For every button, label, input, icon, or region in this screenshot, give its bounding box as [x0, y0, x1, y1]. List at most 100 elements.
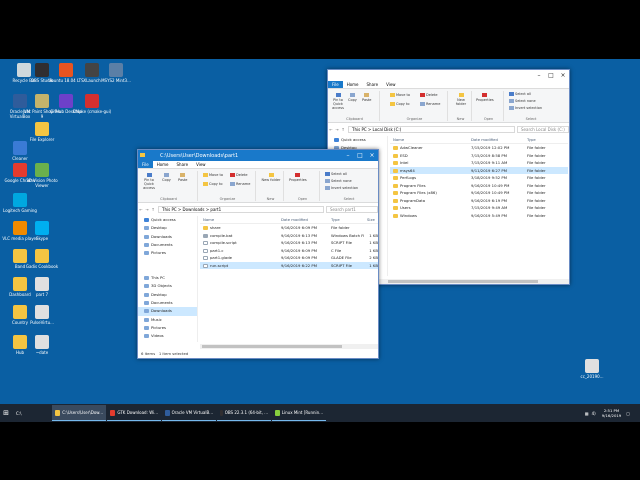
notification-icon[interactable]: ▢: [626, 411, 630, 416]
nav-item[interactable]: 3D Objects: [138, 282, 197, 290]
file-row[interactable]: Program Files (x86) 9/16/2019 10:49 PM Fil…: [390, 189, 568, 197]
file-row[interactable]: msys64 9/11/2019 6:27 PM File folder: [390, 166, 568, 174]
invert-selection-button[interactable]: Invert selection: [509, 106, 542, 110]
column-header[interactable]: Type: [328, 216, 364, 223]
nav-item[interactable]: Pictures: [138, 324, 197, 332]
taskbar-app[interactable]: GTK Download: Wi...: [107, 405, 161, 421]
clock[interactable]: 2:51 PM 9/16/2019: [602, 408, 621, 418]
column-header[interactable]: Date modified: [468, 136, 524, 143]
select-none-button[interactable]: Select none: [509, 99, 536, 103]
nav-item[interactable]: Desktop: [138, 224, 197, 232]
horizontal-scrollbar[interactable]: [200, 344, 378, 349]
address-path[interactable]: This PC > Downloads > part1: [158, 205, 324, 213]
copy-button[interactable]: Copy: [162, 173, 171, 182]
file-row[interactable]: Program Files 9/16/2019 10:49 PM File fold…: [390, 182, 568, 190]
nav-item[interactable]: Documents: [138, 241, 197, 249]
pin-button[interactable]: Pin to Quick access: [331, 93, 345, 110]
minimize-icon[interactable]: –: [533, 72, 545, 79]
move-to-button[interactable]: Move to: [390, 93, 410, 97]
column-header[interactable]: Name: [200, 216, 278, 223]
nav-item[interactable]: Desktop: [138, 291, 197, 299]
file-row[interactable]: PerfLogs 3/18/2019 9:52 PM File folder: [390, 174, 568, 182]
rename-button[interactable]: Rename: [230, 182, 250, 186]
new-folder-button[interactable]: New folder: [452, 93, 470, 106]
file-row[interactable]: part1.c 9/16/2019 6:09 PM C File 1 KB: [200, 247, 378, 255]
copy-to-button[interactable]: Copy to: [390, 102, 410, 106]
file-row[interactable]: part1.glade 9/16/2019 6:09 PM GLADE File 2 …: [200, 254, 378, 262]
desktop-icon[interactable]: Skype: [22, 221, 62, 251]
taskbar-app[interactable]: Linux Mint [Runnin...: [272, 405, 326, 421]
scrollbar-thumb[interactable]: [388, 280, 538, 283]
select-all-button[interactable]: Select all: [325, 172, 347, 176]
search-box[interactable]: Search Local Disk (C:): [517, 125, 569, 133]
tab-home[interactable]: Home: [153, 161, 173, 168]
nav-item[interactable]: Downloads: [138, 233, 197, 241]
nav-item[interactable]: Downloads: [138, 307, 197, 316]
file-row[interactable]: Windows 9/16/2019 5:49 PM File folder: [390, 212, 568, 220]
desktop-icon[interactable]: PulseVirtu...: [22, 305, 62, 335]
explorer-window-part1[interactable]: C:\Users\User\Downloads\part1 – □ × File…: [137, 149, 379, 359]
tab-home[interactable]: Home: [343, 81, 363, 88]
copy-button[interactable]: Copy: [348, 93, 357, 102]
start-button[interactable]: ⊞: [0, 409, 12, 417]
file-row[interactable]: ProgramData 9/16/2019 6:19 PM File folder: [390, 197, 568, 205]
file-row[interactable]: Intel 7/15/2019 9:11 AM File folder: [390, 159, 568, 167]
column-header[interactable]: Name: [390, 136, 468, 143]
paste-button[interactable]: Paste: [178, 173, 187, 182]
move-to-button[interactable]: Move to: [203, 173, 223, 177]
tab-file[interactable]: File: [328, 81, 343, 88]
paste-button[interactable]: Paste: [362, 93, 371, 102]
nav-item[interactable]: Quick access: [138, 216, 197, 224]
title-bar[interactable]: – □ ×: [328, 70, 569, 81]
network-icon[interactable]: ▩: [585, 411, 589, 416]
title-bar[interactable]: C:\Users\User\Downloads\part1 – □ ×: [138, 150, 378, 161]
minimize-icon[interactable]: –: [342, 152, 354, 159]
delete-button[interactable]: Delete: [230, 173, 248, 177]
nav-item[interactable]: Music: [138, 316, 197, 324]
close-icon[interactable]: ×: [366, 152, 378, 159]
search-taskbar[interactable]: C:\: [12, 411, 52, 416]
file-row[interactable]: run.script 9/16/2019 6:22 PM SCRIPT File 1 …: [200, 261, 378, 269]
tab-view[interactable]: View: [382, 81, 400, 88]
select-none-button[interactable]: Select none: [325, 179, 352, 183]
column-header[interactable]: Date modified: [278, 216, 328, 223]
nav-item[interactable]: Videos: [138, 332, 197, 340]
scrollbar-thumb[interactable]: [202, 345, 342, 348]
volume-icon[interactable]: 4): [592, 411, 596, 416]
nav-item[interactable]: This PC: [138, 274, 197, 282]
search-box[interactable]: Search part1: [326, 205, 378, 213]
up-arrow-icon[interactable]: ↑: [340, 127, 346, 132]
column-header[interactable]: Type: [524, 136, 564, 143]
file-row[interactable]: AdwCleaner 7/15/2019 12:02 PM File folder: [390, 144, 568, 152]
nav-item[interactable]: Pictures: [138, 249, 197, 257]
maximize-icon[interactable]: □: [354, 152, 366, 159]
file-row[interactable]: share 9/16/2019 6:09 PM File folder: [200, 224, 378, 232]
taskbar-app[interactable]: OBS 22.3.1 (64-bit, ...: [217, 405, 271, 421]
desktop-icon[interactable]: part 7: [22, 277, 62, 307]
tab-share[interactable]: Share: [363, 81, 383, 88]
nav-item[interactable]: Documents: [138, 299, 197, 307]
properties-button[interactable]: Properties: [476, 93, 494, 102]
delete-button[interactable]: Delete: [420, 93, 438, 97]
properties-button[interactable]: Properties: [289, 173, 307, 182]
desktop-icon[interactable]: Logitech Gaming: [0, 193, 40, 223]
pin-button[interactable]: Pin to Quick access: [141, 173, 157, 190]
copy-to-button[interactable]: Copy to: [203, 182, 223, 186]
nav-item[interactable]: Quick access: [328, 136, 387, 144]
address-path[interactable]: This PC > Local Disk (C:): [348, 125, 515, 133]
close-icon[interactable]: ×: [557, 72, 569, 79]
tab-file[interactable]: File: [138, 161, 153, 168]
rename-button[interactable]: Rename: [420, 102, 440, 106]
taskbar-app[interactable]: C:\Users\User\Dow...: [52, 405, 106, 421]
column-header[interactable]: Size: [364, 216, 378, 223]
taskbar-app[interactable]: Oracle VM VirtualB...: [162, 405, 216, 421]
desktop-icon[interactable]: MSYS2 Mint3...: [96, 63, 136, 93]
select-all-button[interactable]: Select all: [509, 92, 531, 96]
maximize-icon[interactable]: □: [545, 72, 557, 79]
desktop-icon[interactable]: cc_20190...: [572, 359, 612, 389]
new-folder-button[interactable]: New folder: [261, 173, 281, 182]
desktop-icon[interactable]: 3D Vision Photo Viewer: [22, 163, 62, 193]
invert-selection-button[interactable]: Invert selection: [325, 186, 358, 190]
desktop-icon[interactable]: ~date: [22, 335, 62, 365]
up-arrow-icon[interactable]: ↑: [150, 207, 156, 212]
